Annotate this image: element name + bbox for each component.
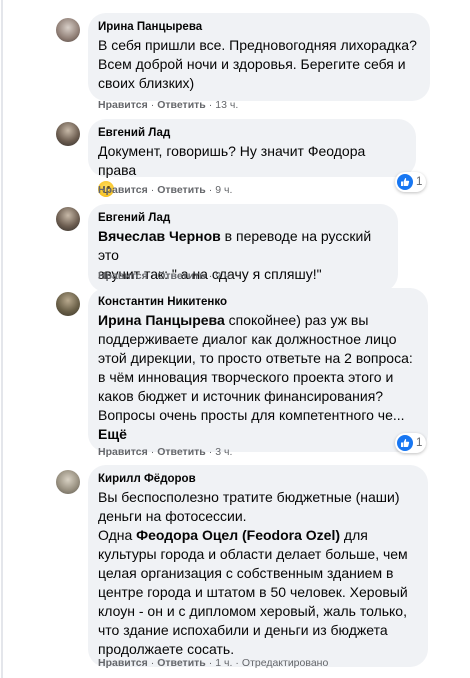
thumbs-up-icon <box>397 435 413 451</box>
comment-author[interactable]: Кирилл Фёдоров <box>98 472 418 486</box>
comment-author[interactable]: Константин Никитенко <box>98 295 418 309</box>
mention-link[interactable]: Вячеслав Чернов <box>98 228 221 244</box>
avatar[interactable] <box>56 122 80 146</box>
comment-bubble: Евгений Лад Документ, говоришь? Ну значи… <box>88 119 416 197</box>
mention-link[interactable]: Феодора Оцел (Feodora Ozel) <box>136 527 340 543</box>
like-link[interactable]: Нравится <box>98 270 148 282</box>
mention-link[interactable]: Ирина Панцырева <box>98 312 225 328</box>
reply-link[interactable]: Ответить <box>157 99 206 111</box>
comment-text: В себя пришли все. Предновогодняя лихора… <box>98 37 417 91</box>
comment-actions: Нравится · Ответить · 9 ч. <box>98 270 233 282</box>
reply-link[interactable]: Ответить <box>157 270 206 282</box>
comment-text: Ирина Панцырева спокойнее) раз уж вы под… <box>98 311 418 444</box>
reply-link[interactable]: Ответить <box>157 184 206 196</box>
comment-author[interactable]: Евгений Лад <box>98 211 388 225</box>
like-link[interactable]: Нравится <box>98 446 148 458</box>
avatar[interactable] <box>56 470 80 494</box>
thread-line <box>1 0 3 678</box>
comment-author[interactable]: Ирина Панцырева <box>98 20 420 34</box>
comment-actions: Нравится · Ответить · 9 ч. <box>98 184 233 196</box>
like-link[interactable]: Нравится <box>98 99 148 111</box>
comment-actions: Нравится · Ответить · 3 ч. <box>98 446 233 458</box>
comment-time[interactable]: 1 ч. <box>215 657 232 669</box>
comment-time[interactable]: 3 ч. <box>215 446 232 458</box>
comment-author[interactable]: Евгений Лад <box>98 126 406 140</box>
see-more-link[interactable]: Ещё <box>98 425 418 444</box>
edited-label: Отредактировано <box>241 657 329 669</box>
comment-bubble: Константин Никитенко Ирина Панцырева спо… <box>88 288 428 452</box>
reaction-count[interactable]: 1 <box>395 172 427 192</box>
comment-time[interactable]: 13 ч. <box>215 99 238 111</box>
like-link[interactable]: Нравится <box>98 184 148 196</box>
comment-bubble: Ирина Панцырева В себя пришли все. Предн… <box>88 13 430 101</box>
avatar[interactable] <box>56 207 80 231</box>
comment-time[interactable]: 9 ч. <box>215 184 232 196</box>
reply-link[interactable]: Ответить <box>157 657 206 669</box>
avatar[interactable] <box>56 292 80 316</box>
avatar[interactable] <box>56 18 80 42</box>
reaction-count[interactable]: 1 <box>395 433 427 453</box>
comment-text: Вы беспосполезно тратите бюджетные (наши… <box>98 489 408 657</box>
thumbs-up-icon <box>397 174 413 190</box>
comment-bubble: Кирилл Фёдоров Вы беспосполезно тратите … <box>88 465 428 667</box>
like-link[interactable]: Нравится <box>98 657 148 669</box>
comment-time[interactable]: 9 ч. <box>215 270 232 282</box>
comment-actions: Нравится · Ответить · 13 ч. <box>98 99 239 111</box>
reply-link[interactable]: Ответить <box>157 446 206 458</box>
comment-actions: Нравится · Ответить · 1 ч. · Отредактировано <box>98 657 329 669</box>
